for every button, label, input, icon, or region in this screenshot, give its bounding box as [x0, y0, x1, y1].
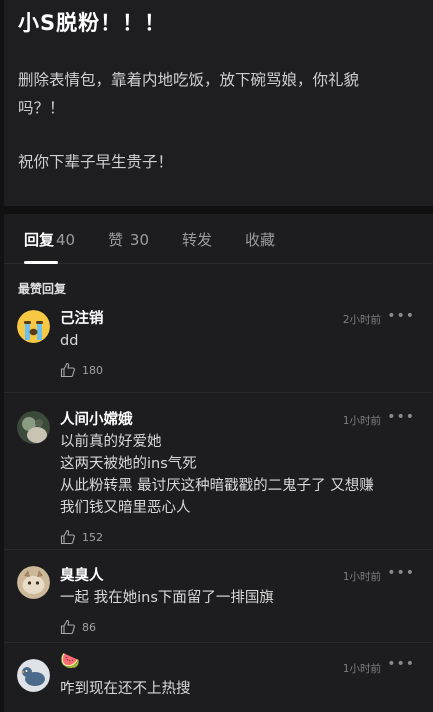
tab-label: 收藏 [245, 231, 276, 249]
tab-reposts[interactable]: 转发 [182, 229, 212, 263]
comment-time: 1小时前 [342, 571, 381, 583]
photo-avatar[interactable] [17, 411, 50, 444]
like-button[interactable]: 152 [60, 527, 419, 547]
like-button[interactable]: 180 [60, 360, 419, 380]
comment-username[interactable]: 己注销 [60, 311, 104, 327]
comment-text: 以前真的好爱她 [60, 434, 162, 450]
tab-replies[interactable]: 回复 40 [24, 229, 76, 264]
tab-likes[interactable]: 赞 30 [108, 229, 149, 263]
tab-label: 赞 [108, 231, 124, 249]
like-count: 152 [82, 530, 103, 544]
post-title: 小S脱粉！！！ [18, 11, 167, 35]
post-text-line: 删除表情包，靠着内地吃饭，放下碗骂娘，你礼貌 [18, 71, 360, 89]
comment-item[interactable]: 🍉 1小时前 ••• 咋到现在还不上热搜 [4, 643, 433, 712]
bird-avatar[interactable] [17, 659, 50, 692]
comment-time: 2小时前 [342, 314, 381, 326]
comment-text: 一起 我在她ins下面留了一排国旗 [60, 590, 274, 606]
active-tab-indicator [24, 261, 58, 264]
comment-item[interactable]: 己注销 2小时前 ••• dd 180 [4, 308, 433, 393]
tab-count: 40 [56, 231, 76, 249]
tab-count: 30 [129, 231, 149, 249]
post-text-closing: 祝你下辈子早生贵子！ [18, 153, 174, 171]
tab-label: 回复 [24, 231, 55, 249]
more-options-button[interactable]: ••• [387, 308, 415, 324]
comment-username[interactable]: 臭臭人 [60, 568, 104, 584]
tab-favorites[interactable]: 收藏 [245, 229, 275, 263]
comment-text: 从此粉转黑 最讨厌这种暗戳戳的二鬼子了 又想赚 [60, 478, 374, 494]
comment-text: 我们钱又暗里恶心人 [60, 500, 191, 516]
comment-item[interactable]: 人间小嫦娥 1小时前 ••• 以前真的好爱她 这两天被她的ins气死 从此粉转黑… [4, 393, 433, 550]
comment-item[interactable]: 臭臭人 1小时前 ••• 一起 我在她ins下面留了一排国旗 86 [4, 550, 433, 643]
more-options-button[interactable]: ••• [387, 656, 415, 672]
like-count: 86 [82, 620, 96, 634]
tab-label: 转发 [182, 231, 213, 249]
section-divider [4, 206, 433, 214]
watermelon-emoji-username[interactable]: 🍉 [60, 651, 80, 670]
post-text-line: 吗？！ [18, 99, 65, 117]
post-body: 小S脱粉！！！ 删除表情包，靠着内地吃饭，放下碗骂娘，你礼貌 吗？！ 祝你下辈子… [4, 0, 433, 206]
comment-text: dd [60, 333, 79, 349]
thumbs-up-icon [60, 619, 75, 635]
more-options-button[interactable]: ••• [387, 409, 415, 425]
post-tabs: 回复 40 赞 30 转发 收藏 [4, 214, 433, 264]
section-title-top-replies: 最赞回复 [18, 282, 67, 296]
thumbs-up-icon [60, 529, 75, 545]
comment-username[interactable]: 人间小嫦娥 [60, 412, 133, 428]
weibo-post-screen: 小S脱粉！！！ 删除表情包，靠着内地吃饭，放下碗骂娘，你礼貌 吗？！ 祝你下辈子… [4, 0, 433, 712]
more-options-button[interactable]: ••• [387, 565, 415, 581]
comment-text: 咋到现在还不上热搜 [60, 681, 191, 697]
like-button[interactable]: 86 [60, 617, 419, 637]
cat-avatar[interactable] [17, 566, 50, 599]
comment-time: 1小时前 [342, 415, 381, 427]
comment-text: 这两天被她的ins气死 [60, 456, 197, 472]
comment-time: 1小时前 [342, 663, 381, 675]
like-count: 180 [82, 363, 103, 377]
crying-emoji-avatar[interactable] [17, 310, 50, 343]
thumbs-up-icon [60, 362, 75, 378]
